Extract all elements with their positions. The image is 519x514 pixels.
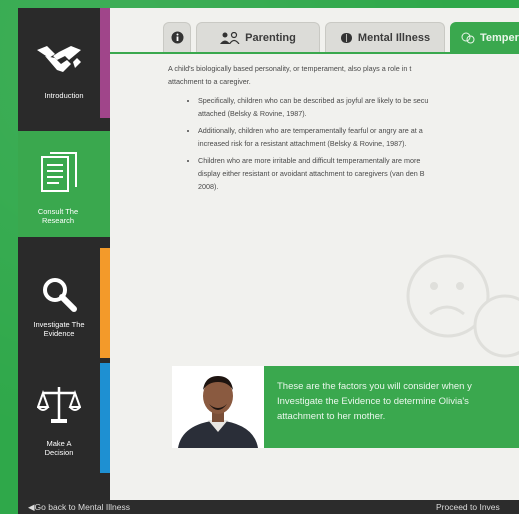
sidebar-item-introduction[interactable]: Introduction [18,8,110,118]
callout-text: These are the factors you will consider … [264,366,519,448]
info-icon [171,31,183,44]
sidebar-item-make-decision[interactable]: Make A Decision [18,363,110,473]
sidebar-item-label: Investigate The Evidence [24,320,94,338]
bullet-line: Additionally, children who are temperame… [198,126,423,135]
main-panel: Parenting Mental Illness Temper A child'… [110,8,519,500]
proceed-label: Proceed to Inves [436,502,500,512]
magnifier-icon [43,278,77,312]
sidebar-accent-stripe [100,363,110,473]
tab-temperament[interactable]: Temper [450,22,519,52]
sidebar-accent-stripe [100,248,110,358]
bullet-line: Children who are more irritable and diff… [198,156,421,165]
brain-icon [340,32,352,43]
sidebar-item-label-text: Make A Decision [44,439,74,457]
presenter-photo [172,366,264,448]
sidebar-item-label: Consult The Research [26,207,90,225]
sidebar-item-label-text: Investigate The Evidence [33,320,85,338]
bullet-line: attached (Belsky & Rovine, 1987). [198,109,307,118]
sidebar-accent-stripe [100,8,110,118]
people-icon [220,31,240,44]
bullet-item: Children who are more irritable and diff… [198,154,519,193]
callout-line: These are the factors you will consider … [277,381,472,392]
content-body: A child's biologically based personality… [110,62,519,197]
tab-label: Temper [480,31,519,44]
callout-box: These are the factors you will consider … [172,366,519,448]
tab-parenting[interactable]: Parenting [196,22,320,52]
back-link[interactable]: ◀Go back to Mental Illness [28,500,130,514]
document-icon [41,152,77,192]
callout-line: attachment to her mother. [277,411,386,422]
intro-line: A child's biologically based personality… [168,64,412,73]
bullet-item: Specifically, children who can be descri… [198,94,519,120]
tab-label: Mental Illness [357,31,431,44]
sidebar-item-investigate-evidence[interactable]: Investigate The Evidence [18,248,110,358]
tab-label: Parenting [245,31,296,44]
sidebar: Introduction Consult The Research Invest… [18,8,110,500]
faces-watermark-icon [406,254,519,358]
proceed-link[interactable]: Proceed to Inves [436,500,500,514]
tab-info[interactable] [163,22,191,52]
tab-underline [110,52,519,54]
sidebar-item-label: Introduction [44,91,84,100]
scales-icon [37,387,81,423]
faces-icon [461,32,475,43]
back-label: Go back to Mental Illness [34,502,130,512]
presenter-portrait [172,366,264,448]
bullet-line: increased risk for a resistant attachmen… [198,139,407,148]
bullet-line: display either resistant or avoidant att… [198,169,425,178]
handshake-icon [37,46,81,72]
bullet-item: Additionally, children who are temperame… [198,124,519,150]
intro-line: attachment to a caregiver. [168,77,251,86]
bullet-list: Specifically, children who can be descri… [168,94,519,193]
tab-bar: Parenting Mental Illness Temper [110,8,519,54]
sidebar-item-consult-research[interactable]: Consult The Research [18,131,110,237]
sidebar-item-label-text: Consult The Research [37,207,79,225]
tab-mental-illness[interactable]: Mental Illness [325,22,445,52]
bullet-line: Specifically, children who can be descri… [198,96,429,105]
sidebar-item-label: Make A Decision [38,439,80,457]
callout-line: Investigate the Evidence to determine Ol… [277,396,469,407]
bullet-line: 2008). [198,182,219,191]
footer-bar: ◀Go back to Mental Illness Proceed to In… [18,500,519,514]
